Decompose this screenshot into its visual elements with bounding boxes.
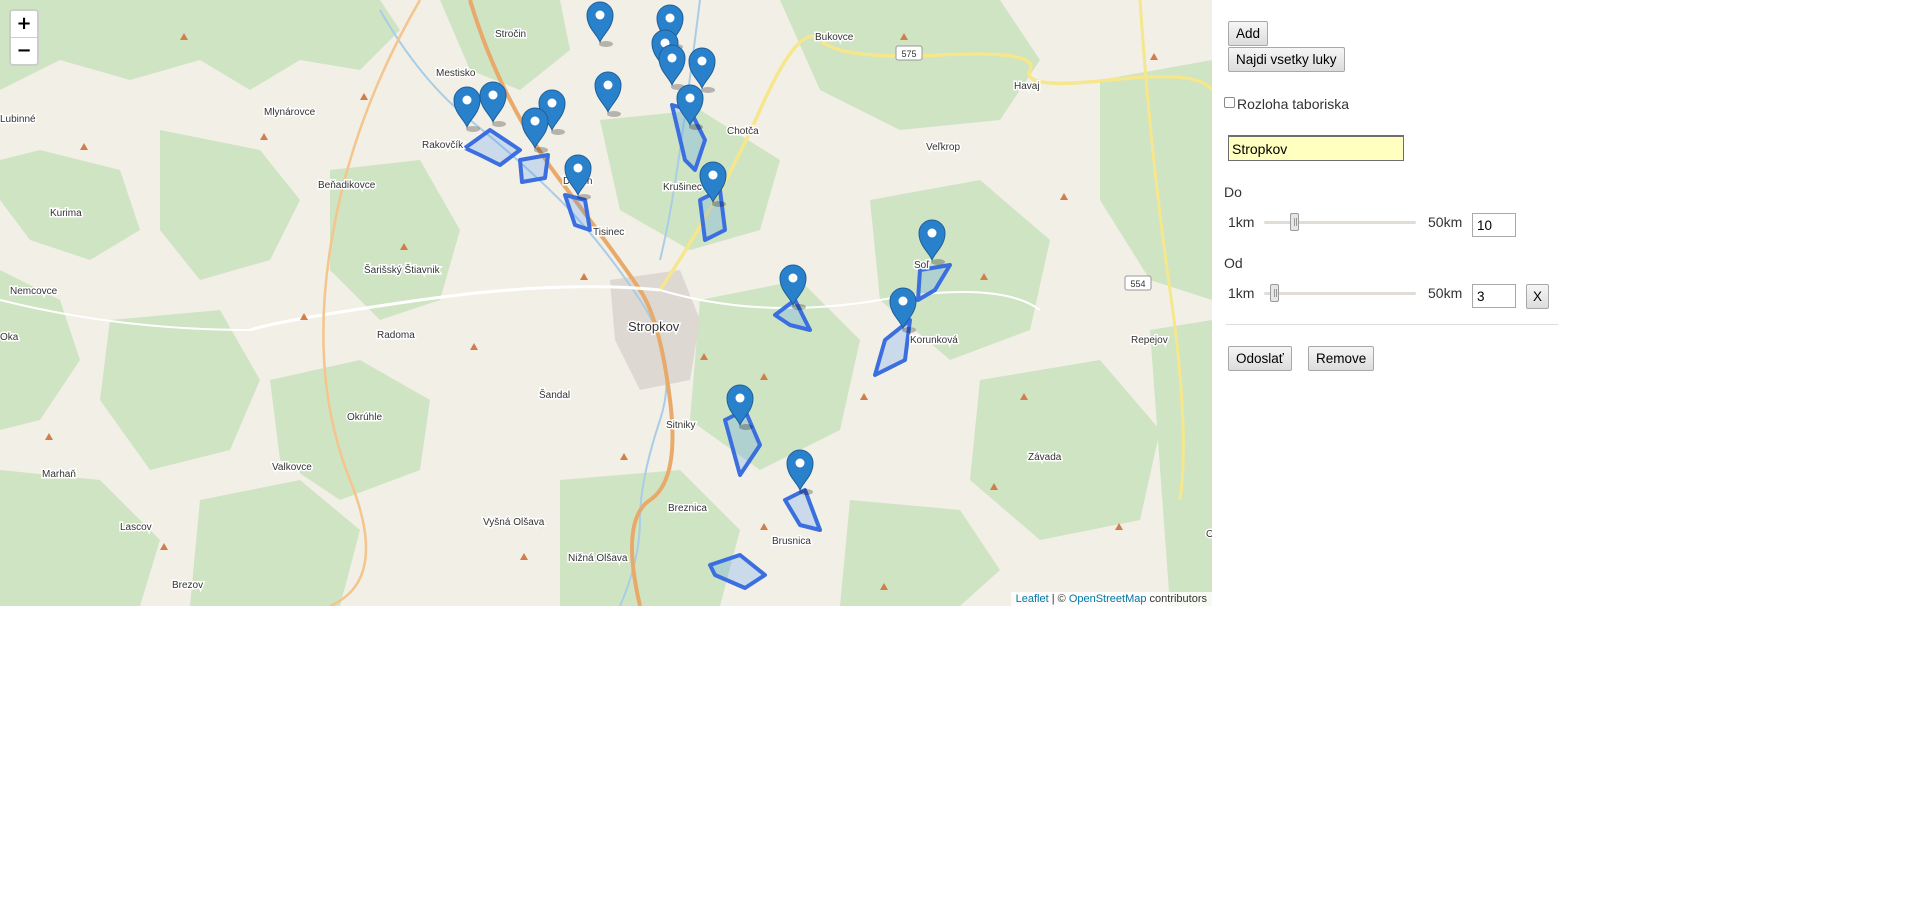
clear-button[interactable]: X [1526, 284, 1550, 309]
place-label: O [1206, 529, 1212, 540]
place-label: Korunková [910, 335, 958, 346]
place-label: Valkovce [272, 462, 312, 473]
place-label: Bukovce [815, 32, 854, 43]
place-label: Soľ [914, 260, 930, 271]
od-label: Od [1224, 255, 1243, 271]
place-label: Mestisko [436, 68, 476, 79]
place-label: Nižná Olšava [568, 553, 628, 564]
place-label: Krušinec [663, 182, 702, 193]
do-slider-track[interactable] [1264, 221, 1416, 224]
place-label: Mlynárovce [264, 107, 316, 118]
od-min-label: 1km [1228, 285, 1255, 301]
zoom-in-button[interactable]: + [11, 11, 37, 37]
do-label: Do [1224, 184, 1242, 200]
zoom-control: + − [9, 9, 39, 66]
place-label: Repejov [1131, 335, 1168, 346]
place-label: Závada [1028, 452, 1062, 463]
place-label: Nemcovce [10, 286, 58, 297]
place-label: Šarišský Štiavnik [364, 263, 441, 276]
attribution-contributors: contributors [1146, 593, 1207, 605]
find-all-button[interactable]: Najdi vsetky luky [1228, 47, 1345, 72]
place-label: Brezov [172, 580, 203, 591]
place-label: Chotča [727, 126, 759, 137]
do-min-label: 1km [1228, 214, 1255, 230]
city-input[interactable] [1228, 135, 1404, 161]
od-slider-track[interactable] [1264, 292, 1416, 295]
do-slider-thumb[interactable] [1289, 213, 1299, 231]
place-label: Šandal [539, 388, 570, 401]
place-label: Radoma [377, 330, 415, 341]
area-checkbox[interactable] [1224, 97, 1235, 108]
svg-text:554: 554 [1130, 279, 1145, 289]
place-label: Okrúhle [347, 412, 382, 423]
place-label: Sitniky [666, 420, 695, 431]
od-slider-thumb[interactable] [1269, 284, 1279, 302]
map[interactable]: 575 554 Stročin Bukovce Mestisko Havaj Mlyná… [0, 0, 1212, 606]
osm-link[interactable]: OpenStreetMap [1069, 593, 1147, 605]
leaflet-link[interactable]: Leaflet [1016, 593, 1049, 605]
place-label: Vyšná Olšava [483, 517, 545, 528]
road-shield-575: 575 [895, 45, 923, 61]
add-button[interactable]: Add [1228, 21, 1269, 46]
od-max-label: 50km [1428, 285, 1463, 301]
place-label: Lubinné [0, 114, 36, 125]
divider [1226, 324, 1558, 325]
zoom-out-button[interactable]: − [11, 37, 37, 64]
place-label: Oka [0, 332, 19, 343]
place-label: Breznica [668, 503, 707, 514]
od-distance-input[interactable] [1472, 284, 1516, 308]
checkbox-label: Rozloha taboriska [1237, 96, 1350, 112]
attribution-separator: | © [1048, 593, 1069, 605]
place-label: Brusnica [772, 536, 811, 547]
road-shield-554: 554 [1124, 275, 1152, 291]
place-label: Marhaň [42, 469, 76, 480]
remove-button[interactable]: Remove [1308, 346, 1375, 371]
place-label: Lascov [120, 522, 152, 533]
svg-text:575: 575 [901, 49, 916, 59]
place-label: Havaj [1014, 81, 1040, 92]
map-attribution: Leaflet | © OpenStreetMap contributors [1010, 592, 1212, 606]
place-label: Veľkrop [926, 142, 960, 153]
place-label: Tisinec [593, 227, 624, 238]
place-label: Beňadikovce [318, 180, 376, 191]
place-label: Stropkov [628, 319, 680, 334]
place-label: Rakovčík [422, 140, 464, 151]
place-label: Kurima [50, 208, 82, 219]
do-max-label: 50km [1428, 214, 1463, 230]
map-tiles[interactable]: 575 554 Stročin Bukovce Mestisko Havaj Mlyná… [0, 0, 1212, 606]
do-distance-input[interactable] [1472, 213, 1516, 237]
place-label: Stročin [495, 29, 526, 40]
submit-button[interactable]: Odoslať [1228, 346, 1292, 371]
